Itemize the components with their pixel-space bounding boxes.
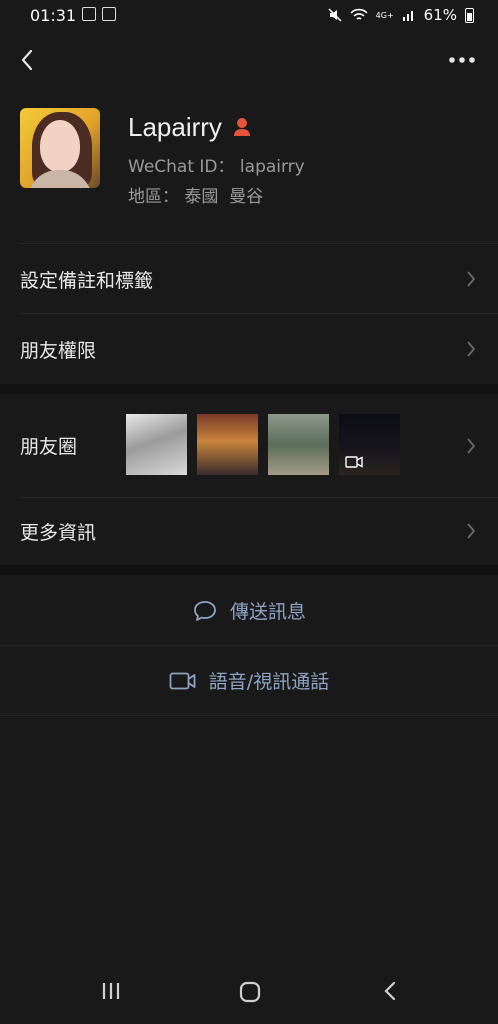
region-value: 泰國 曼谷 [184, 187, 264, 207]
system-navigation-bar [0, 964, 498, 1024]
send-message-label: 傳送訊息 [229, 601, 306, 623]
home-icon[interactable] [238, 980, 262, 1004]
network-type: 4G+ [375, 10, 394, 20]
chat-bubble-icon [194, 600, 216, 621]
mute-icon [328, 8, 342, 22]
wechat-id-label: WeChat ID： [128, 157, 235, 177]
region-label: 地區： [128, 187, 179, 207]
friend-permissions-row[interactable]: 朋友權限 [0, 314, 498, 384]
moments-photo [197, 414, 258, 475]
wechat-id: WeChat ID： lapairry [128, 152, 305, 177]
status-bar: 01:31 4G+ 61% [0, 0, 498, 30]
female-gender-icon [234, 118, 250, 136]
nickname: Lapairry [128, 112, 222, 142]
wechat-id-value: lapairry [239, 157, 305, 177]
more-options-icon[interactable] [446, 48, 478, 72]
voice-video-call-label: 語音/視訊通話 [208, 671, 330, 693]
send-message-button[interactable]: 傳送訊息 [0, 575, 498, 646]
battery-percent: 61% [423, 6, 457, 24]
nav-bar [0, 36, 498, 84]
voice-video-call-button[interactable]: 語音/視訊通話 [0, 645, 498, 716]
remark-tags-row[interactable]: 設定備註和標籤 [0, 244, 498, 314]
section-gap [0, 565, 498, 575]
video-camera-icon [345, 456, 363, 468]
chevron-right-icon [467, 271, 476, 287]
moments-row[interactable]: 朋友圈 [0, 394, 498, 498]
translate-icon [102, 7, 116, 21]
wifi-icon [350, 8, 368, 20]
gallery-icon [82, 7, 96, 21]
back-nav-icon[interactable] [380, 980, 400, 1002]
status-time: 01:31 [30, 6, 77, 25]
friend-permissions-label: 朋友權限 [20, 340, 97, 362]
battery-icon [465, 7, 474, 23]
profile-header: Lapairry WeChat ID： lapairry 地區： 泰國 曼谷 [0, 100, 498, 242]
moments-video [339, 414, 400, 475]
more-info-label: 更多資訊 [20, 522, 97, 544]
chevron-right-icon [467, 341, 476, 357]
chevron-right-icon [467, 438, 476, 454]
video-call-icon [169, 672, 196, 689]
moments-thumbnails [126, 414, 400, 475]
remark-tags-label: 設定備註和標籤 [20, 270, 154, 292]
moments-label: 朋友圈 [20, 436, 78, 458]
more-info-row[interactable]: 更多資訊 [0, 496, 498, 566]
recent-apps-icon[interactable] [100, 980, 122, 1002]
region: 地區： 泰國 曼谷 [128, 182, 263, 207]
avatar[interactable] [20, 108, 100, 188]
section-gap [0, 384, 498, 394]
back-icon[interactable] [14, 46, 42, 74]
signal-icon [402, 11, 413, 21]
moments-photo [126, 414, 187, 475]
moments-photo [268, 414, 329, 475]
chevron-right-icon [467, 523, 476, 539]
